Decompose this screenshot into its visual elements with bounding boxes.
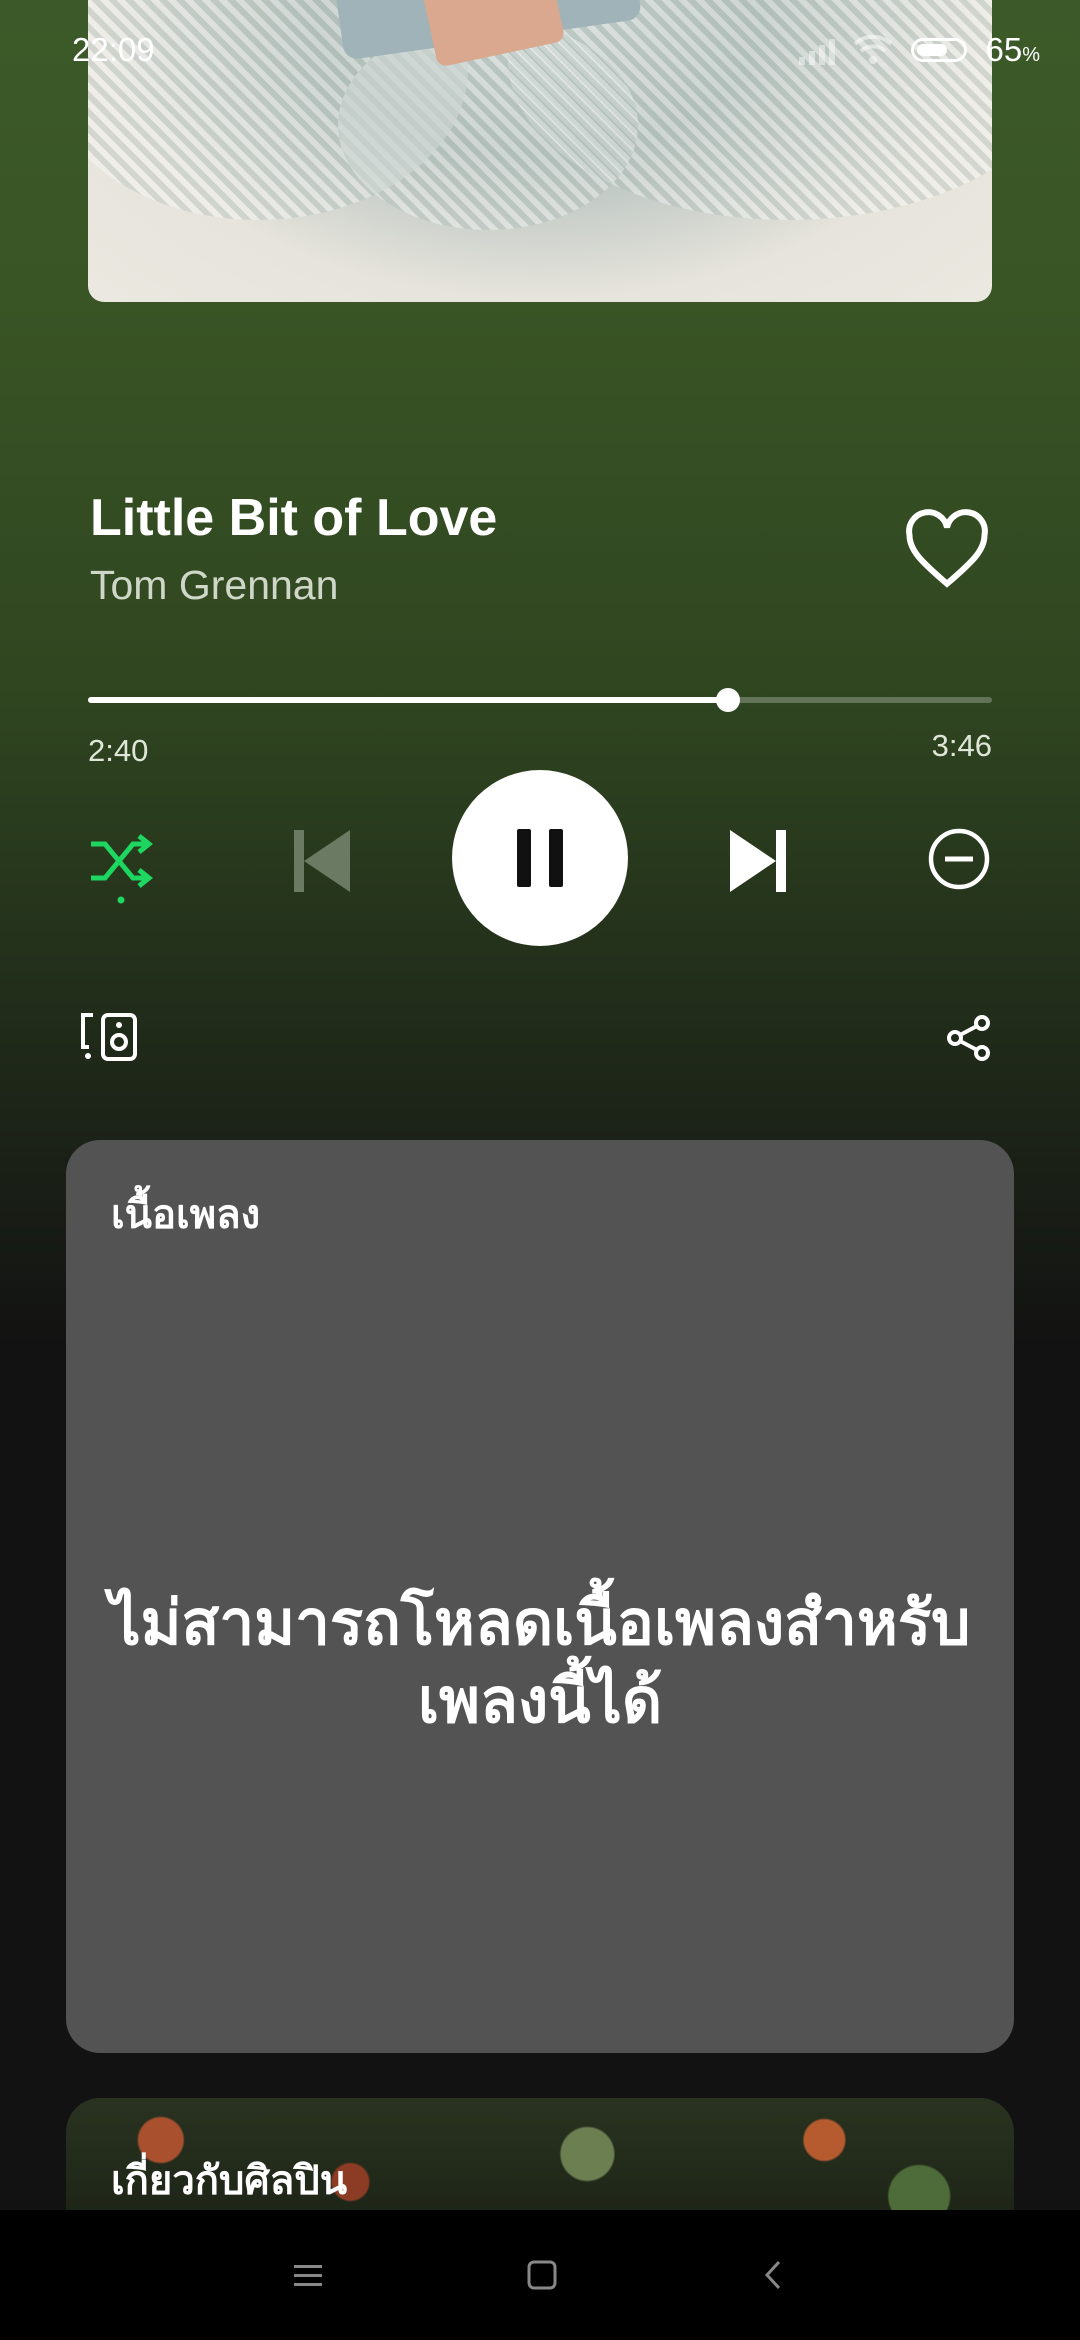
home-icon[interactable] [525, 2258, 559, 2292]
shuffle-button[interactable] [86, 826, 158, 906]
about-artist-heading: เกี่ยวกับศิลปิน [111, 2159, 348, 2203]
battery-icon [911, 38, 968, 62]
shuffle-icon [91, 834, 154, 904]
remove-button[interactable] [926, 826, 992, 892]
heart-icon[interactable] [902, 505, 992, 595]
system-navigation-bar [0, 2210, 1080, 2340]
pause-button[interactable] [452, 770, 628, 946]
lyrics-card[interactable]: เนื้อเพลง ไม่สามารถโหลดเนื้อเพลงสำหรับเพ… [66, 1140, 1014, 2053]
seek-bar-handle[interactable] [716, 688, 741, 712]
connect-devices-button[interactable] [78, 1010, 140, 1064]
seek-bar[interactable] [88, 688, 992, 712]
signal-icon [799, 35, 836, 65]
elapsed-time: 2:40 [88, 733, 149, 768]
share-icon [947, 1015, 990, 1061]
track-artist[interactable]: Tom Grennan [90, 562, 338, 609]
seek-bar-fill [88, 697, 729, 703]
menu-icon[interactable] [291, 2260, 325, 2290]
battery-level: 65 [985, 31, 1023, 68]
total-time: 3:46 [931, 728, 992, 763]
back-icon[interactable] [759, 2258, 789, 2292]
devices-icon [81, 1013, 137, 1061]
status-time: 22:09 [72, 31, 155, 68]
minus-circle-icon [928, 828, 990, 890]
next-icon [730, 830, 786, 892]
previous-icon [294, 830, 350, 892]
track-title: Little Bit of Love [90, 489, 498, 547]
previous-button[interactable] [286, 826, 356, 896]
pause-icon [508, 829, 572, 887]
lyrics-unavailable-message: ไม่สามารถโหลดเนื้อเพลงสำหรับเพลงนี้ได้ [109, 1589, 971, 1736]
lyrics-heading: เนื้อเพลง [111, 1193, 261, 1237]
share-button[interactable] [944, 1014, 994, 1062]
wifi-icon [854, 34, 893, 64]
next-button[interactable] [724, 826, 794, 896]
status-bar: 22:09 65% [72, 31, 1040, 68]
